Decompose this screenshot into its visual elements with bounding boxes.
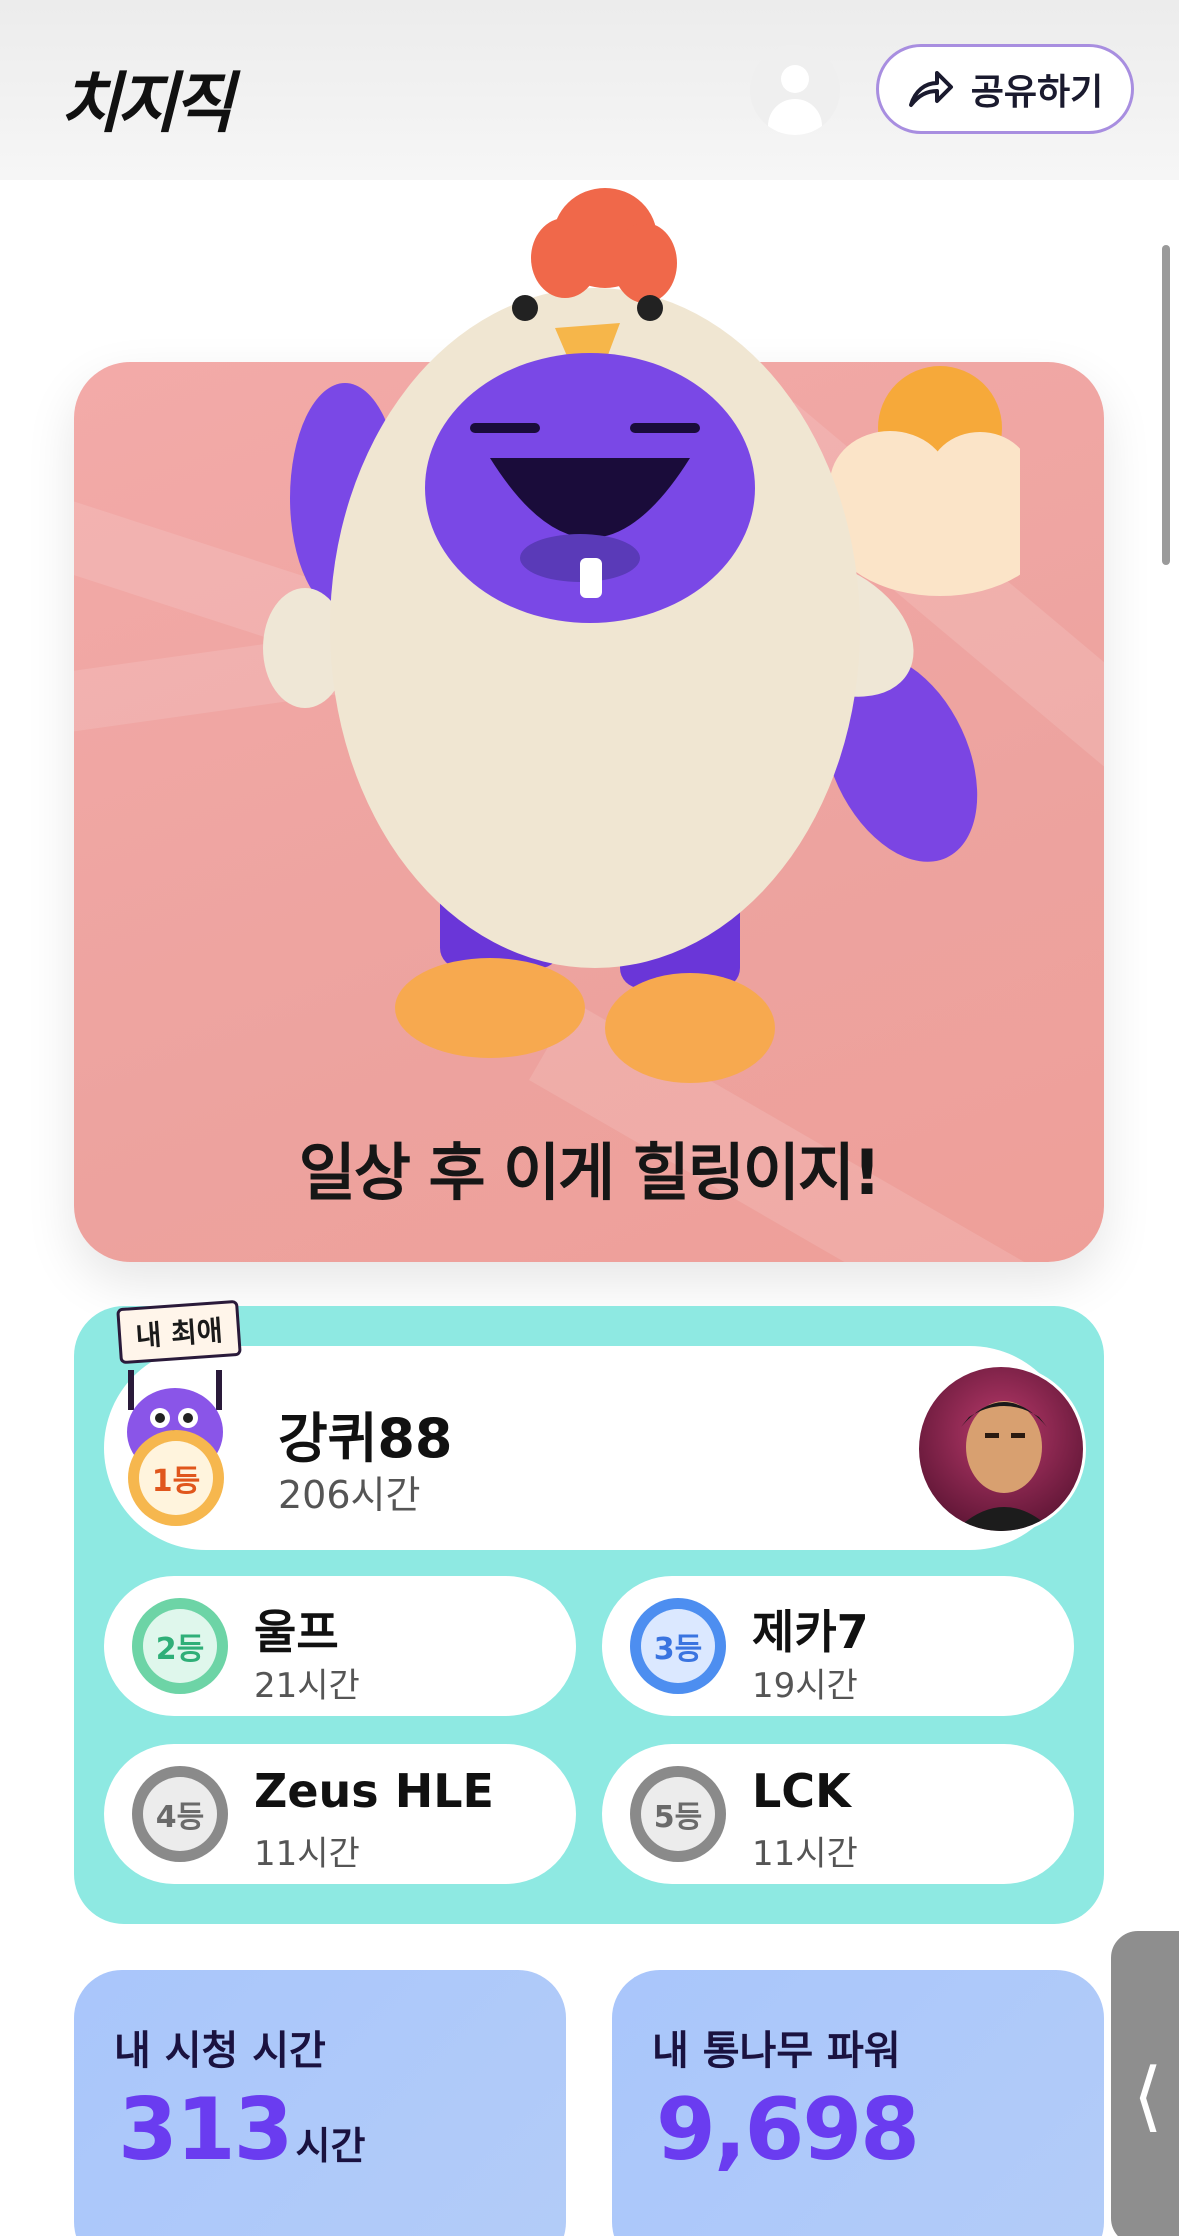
rank-1-medal: 1등 xyxy=(128,1430,224,1526)
top-header: 치지직 공유하기 xyxy=(0,0,1179,180)
rank-3-name: 제카7 xyxy=(752,1605,869,1659)
watch-time-title: 내 시청 시간 xyxy=(114,2028,326,2074)
rank-5-name: LCK xyxy=(752,1764,851,1818)
rank-2-medal: 2등 xyxy=(132,1598,228,1694)
power-title: 내 통나무 파워 xyxy=(652,2028,901,2074)
side-drawer-tab[interactable]: ⟨ xyxy=(1108,1928,1179,2236)
rank-2-hours: 21시간 xyxy=(254,1666,360,1706)
rank-4-medal: 4등 xyxy=(132,1766,228,1862)
power-value: 9,698 xyxy=(656,2080,920,2180)
rank-4-hours: 11시간 xyxy=(254,1834,360,1874)
share-label: 공유하기 xyxy=(970,72,1104,113)
watch-time-value: 313 시간 xyxy=(118,2080,366,2180)
user-avatar-icon[interactable] xyxy=(750,45,840,135)
rank-3-row[interactable]: 3등 제카7 19시간 xyxy=(602,1576,1074,1716)
rank-5-row[interactable]: 5등 LCK 11시간 xyxy=(602,1744,1074,1884)
rank-1-row[interactable]: 강퀴88 206시간 xyxy=(104,1346,1086,1550)
watch-time-unit: 시간 xyxy=(295,2124,366,2168)
scrollbar[interactable] xyxy=(1162,245,1170,565)
streamer-avatar[interactable] xyxy=(916,1364,1086,1534)
rank-1-hours: 206시간 xyxy=(278,1473,421,1517)
rank-5-hours: 11시간 xyxy=(752,1834,858,1874)
rank-2-row[interactable]: 2등 울프 21시간 xyxy=(104,1576,576,1716)
ranking-card: 강퀴88 206시간 내 최애 1등 2등 울프 21시간 3등 제카7 19시… xyxy=(74,1299,1104,1924)
share-arrow-icon xyxy=(908,71,953,107)
chevron-left-icon: ⟨ xyxy=(1133,2051,1163,2140)
share-button[interactable]: 공유하기 xyxy=(876,44,1134,134)
rank-5-medal: 5등 xyxy=(630,1766,726,1862)
hero-caption: 일상 후 이게 힐링이지! xyxy=(298,1136,881,1209)
rank-3-hours: 19시간 xyxy=(752,1666,858,1706)
favorite-sign: 내 최애 xyxy=(116,1299,242,1365)
rank-3-medal: 3등 xyxy=(630,1598,726,1694)
rank-4-row[interactable]: 4등 Zeus HLE 11시간 xyxy=(104,1744,576,1884)
app-root: 치지직 공유하기 일상 후 이게 힐링이지! 강퀴88 206시간 내 최애 1… xyxy=(0,0,1179,2236)
rank-1-name: 강퀴88 xyxy=(278,1407,453,1470)
rank-4-name: Zeus HLE xyxy=(254,1764,494,1818)
rank-2-name: 울프 xyxy=(254,1605,339,1659)
watch-time-card[interactable]: 내 시청 시간 313 시간 xyxy=(74,1970,566,2236)
chicken-mascot-image xyxy=(263,188,1020,1083)
logo[interactable]: 치지직 xyxy=(60,50,234,146)
power-card[interactable]: 내 통나무 파워 9,698 xyxy=(612,1970,1104,2236)
